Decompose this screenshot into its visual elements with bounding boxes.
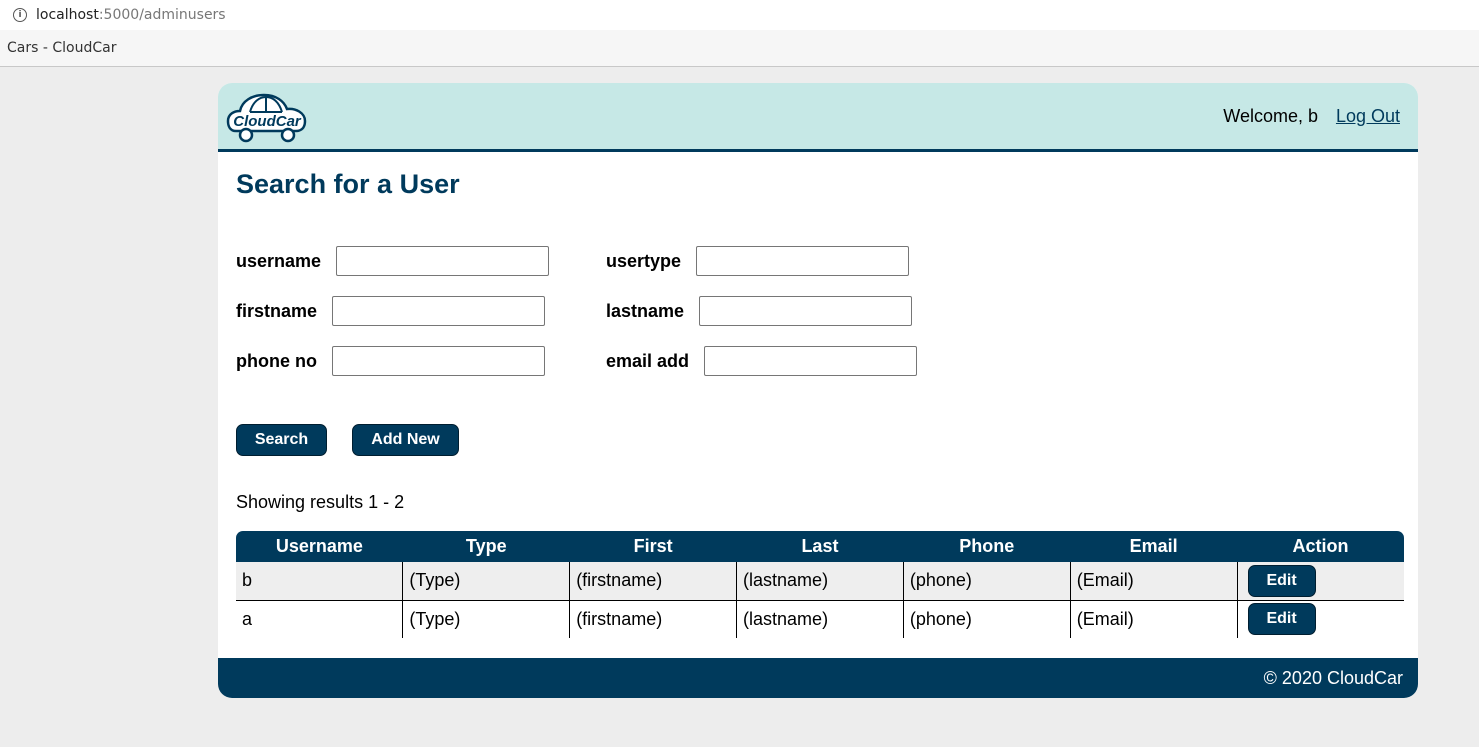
column-header-type: Type (402, 531, 570, 562)
cell-action: Edit (1236, 562, 1404, 601)
cell-username: b (236, 562, 403, 601)
cell-last: (lastname) (736, 562, 904, 601)
edit-button[interactable]: Edit (1247, 564, 1316, 597)
app-footer: © 2020 CloudCar (218, 658, 1418, 698)
cloudcar-logo-icon[interactable]: CloudCar (226, 88, 308, 144)
cell-phone: (phone) (902, 562, 1071, 601)
email-label: email add (606, 351, 690, 371)
phone-label: phone no (236, 351, 317, 371)
results-summary: Showing results 1 - 2 (236, 492, 405, 512)
cell-phone: (phone) (902, 600, 1071, 638)
firstname-input[interactable] (332, 296, 545, 326)
table-header-row: Username Type First Last Phone Email Act… (236, 531, 1404, 562)
table-row: a (Type) (firstname) (lastname) (phone) … (236, 600, 1404, 638)
usertype-input[interactable] (696, 246, 909, 276)
url-path: :5000/adminusers (98, 7, 226, 23)
column-header-phone: Phone (903, 531, 1071, 562)
search-button[interactable]: Search (236, 424, 327, 456)
column-header-last: Last (736, 531, 904, 562)
cell-action: Edit (1236, 600, 1404, 638)
info-icon[interactable]: i (13, 8, 27, 22)
welcome-message: Welcome, b (1223, 106, 1318, 126)
cell-username: a (236, 600, 403, 638)
url-host: localhost (36, 7, 99, 23)
app-container: CloudCar Welcome, b Log Out Search for a… (218, 83, 1418, 698)
tab-title[interactable]: Cars - CloudCar (7, 40, 116, 56)
firstname-label: firstname (236, 301, 318, 321)
add-new-button[interactable]: Add New (352, 424, 459, 456)
cell-email: (Email) (1069, 562, 1238, 601)
username-input[interactable] (336, 246, 549, 276)
cell-email: (Email) (1069, 600, 1238, 638)
edit-button[interactable]: Edit (1247, 603, 1316, 636)
username-label: username (236, 251, 322, 271)
lastname-label: lastname (606, 301, 685, 321)
cell-last: (lastname) (736, 600, 904, 638)
table-row: b (Type) (firstname) (lastname) (phone) … (236, 562, 1404, 601)
column-header-username: Username (236, 531, 403, 562)
cell-type: (Type) (402, 600, 570, 638)
email-input[interactable] (704, 346, 917, 376)
cell-first: (firstname) (569, 600, 737, 638)
phone-input[interactable] (332, 346, 545, 376)
browser-tab-bar: Cars - CloudCar (0, 30, 1479, 67)
page-title: Search for a User (236, 169, 460, 199)
column-header-action: Action (1237, 531, 1404, 562)
column-header-email: Email (1070, 531, 1238, 562)
logo-text: CloudCar (233, 113, 302, 130)
cell-first: (firstname) (569, 562, 737, 601)
logout-link[interactable]: Log Out (1336, 106, 1400, 127)
app-header: CloudCar Welcome, b Log Out (218, 83, 1418, 152)
browser-address-bar[interactable]: i localhost:5000/adminusers (0, 0, 1479, 30)
users-table: Username Type First Last Phone Email Act… (236, 531, 1404, 638)
usertype-label: usertype (606, 251, 682, 271)
lastname-input[interactable] (699, 296, 912, 326)
copyright-text: © 2020 CloudCar (1263, 668, 1403, 688)
column-header-first: First (569, 531, 737, 562)
cell-type: (Type) (402, 562, 570, 601)
